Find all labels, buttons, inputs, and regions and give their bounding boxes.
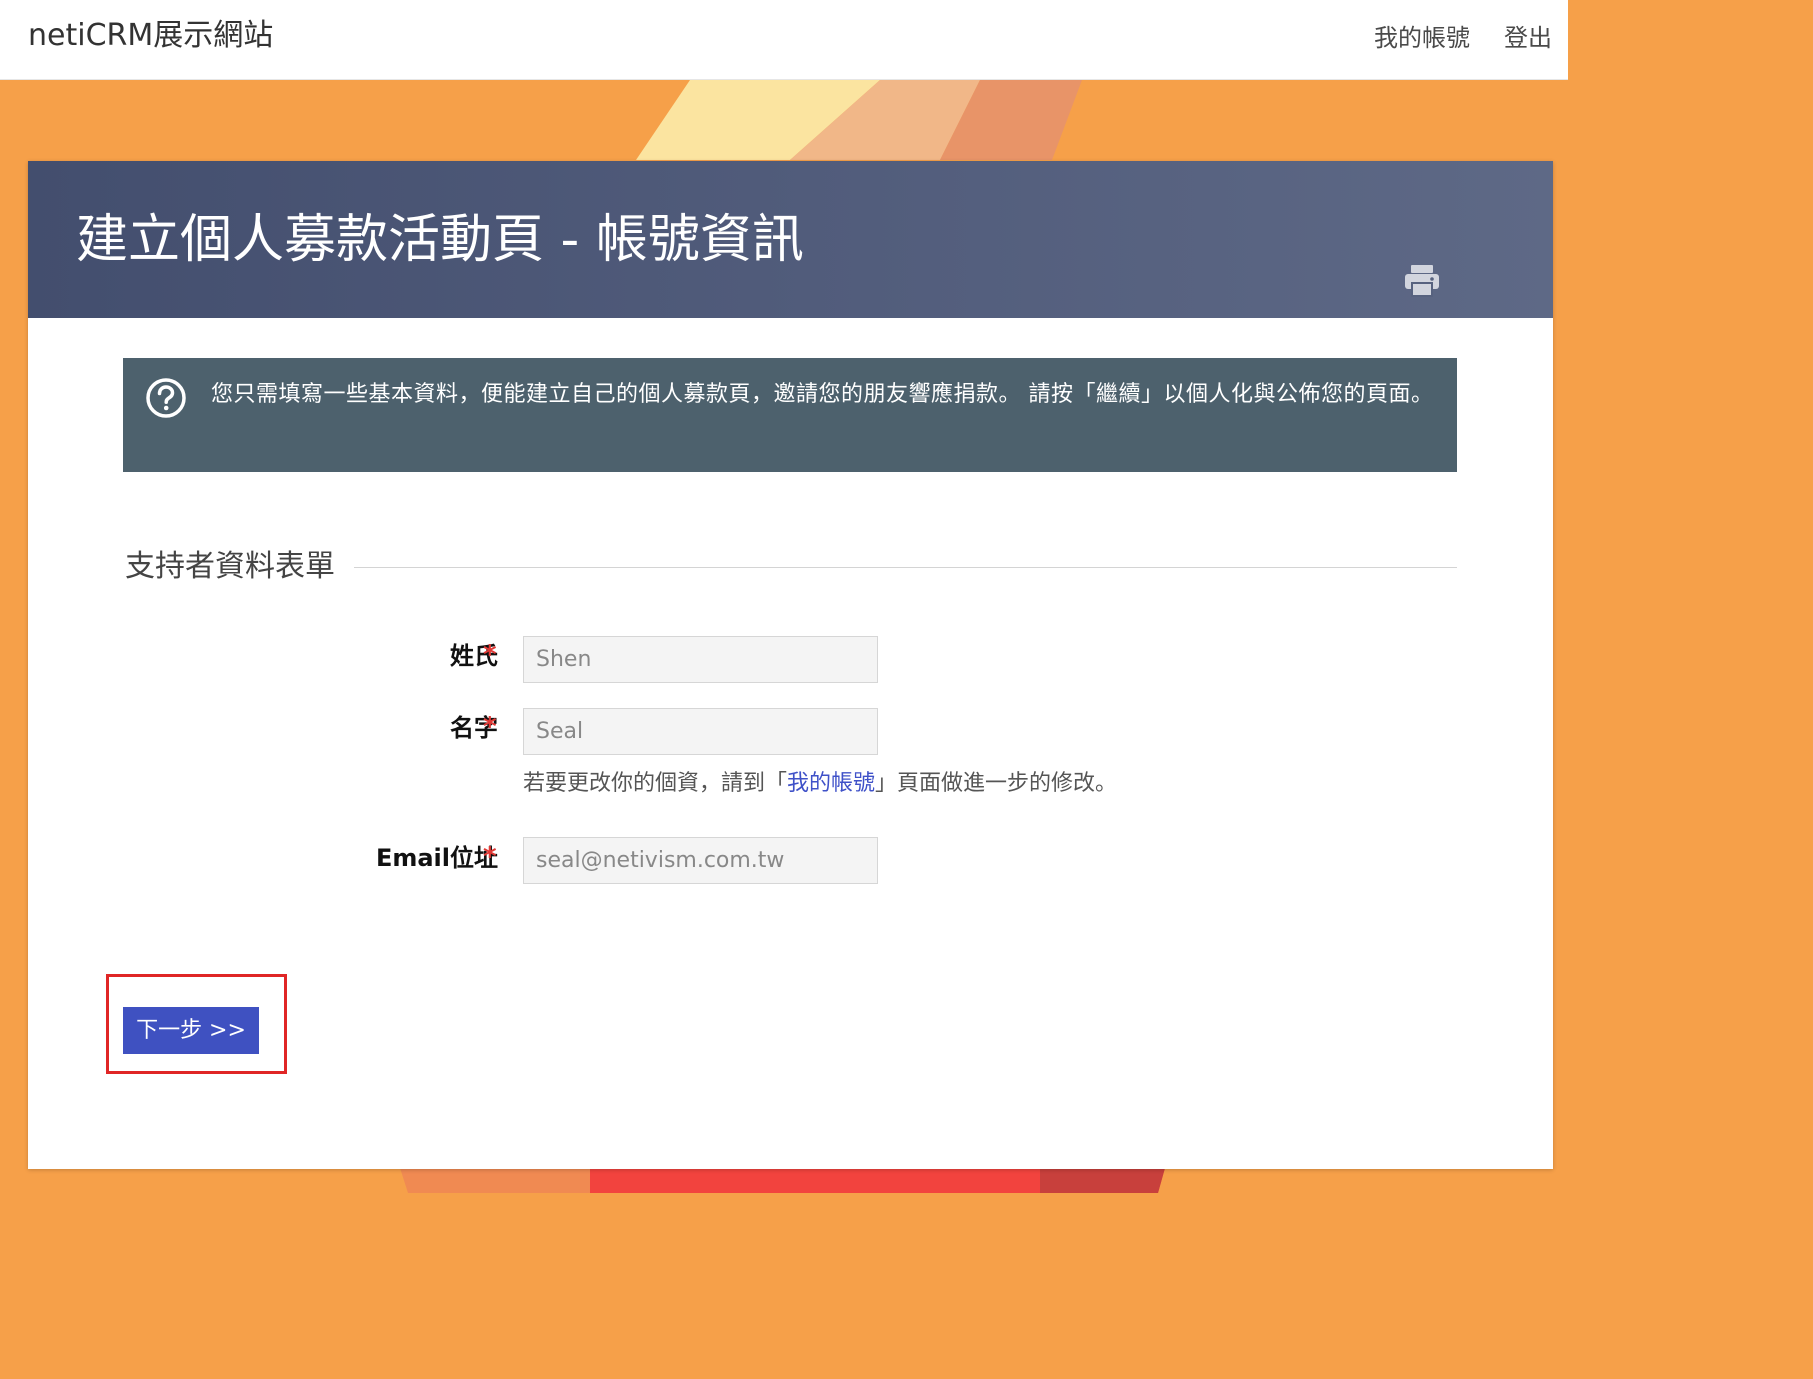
section-divider xyxy=(354,567,1457,568)
required-marker: * xyxy=(483,842,497,872)
next-step-button[interactable]: 下一步 >> xyxy=(123,1007,259,1054)
main-panel: 建立個人募款活動頁 - 帳號資訊 您只需填寫一些基本資料，便能建立自己的個人募款… xyxy=(28,161,1553,1169)
my-account-link[interactable]: 我的帳號 xyxy=(787,771,875,796)
section-title: 支持者資料表單 xyxy=(125,549,335,584)
page-title: 建立個人募款活動頁 - 帳號資訊 xyxy=(76,210,804,270)
info-message-text: 您只需填寫一些基本資料，便能建立自己的個人募款頁，邀請您的朋友響應捐款。 請按「… xyxy=(211,382,1434,407)
top-bar: netiCRM展示網站 我的帳號 登出 xyxy=(0,0,1568,80)
required-marker: * xyxy=(483,712,497,742)
profile-help-text: 若要更改你的個資，請到「我的帳號」頁面做進一步的修改。 xyxy=(523,767,1117,801)
info-message: 您只需填寫一些基本資料，便能建立自己的個人募款頁，邀請您的朋友響應捐款。 請按「… xyxy=(123,358,1457,472)
email-label: Email位址 xyxy=(375,844,498,872)
nav-logout-link[interactable]: 登出 xyxy=(1504,20,1552,56)
top-nav: 我的帳號 登出 xyxy=(1374,20,1552,56)
nav-my-account-link[interactable]: 我的帳號 xyxy=(1374,20,1470,56)
help-text-prefix: 若要更改你的個資，請到「 xyxy=(523,771,788,796)
page-header: 建立個人募款活動頁 - 帳號資訊 xyxy=(28,161,1553,318)
first-name-input[interactable] xyxy=(523,708,878,755)
print-icon[interactable] xyxy=(1402,261,1442,301)
email-input[interactable] xyxy=(523,837,878,884)
help-circle-icon xyxy=(145,377,187,419)
help-text-suffix: 」頁面做進一步的修改。 xyxy=(875,771,1118,796)
required-marker: * xyxy=(483,640,497,670)
last-name-input[interactable] xyxy=(523,636,878,683)
site-name-link[interactable]: netiCRM展示網站 xyxy=(28,16,273,56)
